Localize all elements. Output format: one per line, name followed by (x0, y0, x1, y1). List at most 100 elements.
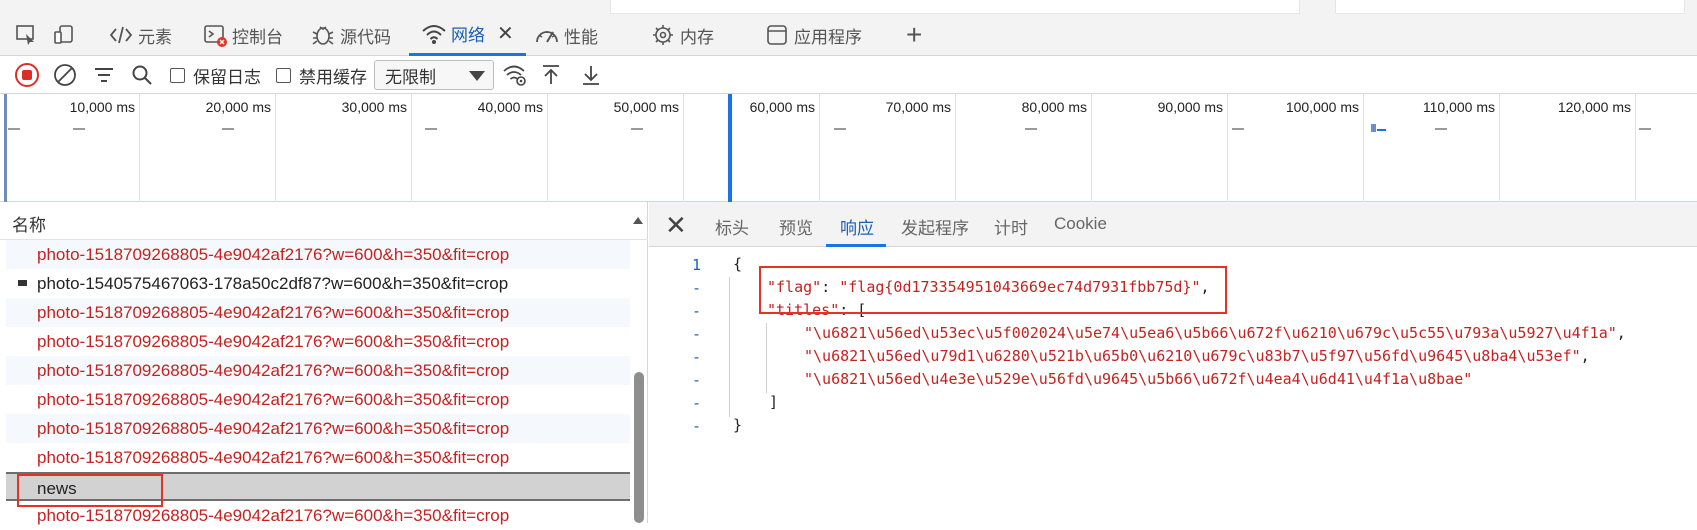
timeline-dash (834, 128, 846, 130)
timeline-tick-label: 40,000 ms (477, 99, 543, 115)
device-toolbar-icon[interactable] (52, 14, 76, 56)
sort-up-icon[interactable] (633, 217, 643, 224)
disable-cache-checkbox[interactable]: 禁用缓存 (276, 63, 367, 87)
wifi-icon (421, 21, 447, 47)
request-row[interactable]: photo-1518709268805-4e9042af2176?w=600&h… (6, 385, 630, 414)
line-fold-marker: - (691, 325, 701, 343)
webpage-background (0, 0, 1697, 14)
request-name: photo-1518709268805-4e9042af2176?w=600&h… (37, 390, 510, 409)
timeline-dash (1639, 128, 1651, 130)
devtools-tab-bar: 元素 控制台 源代码 网络 ✕ 性能 内存 应用程序 + (0, 14, 1697, 56)
timeline-gridline (547, 94, 548, 202)
tab-sources[interactable]: 源代码 (310, 14, 391, 56)
request-row[interactable]: photo-1540575467063-178a50c2df87?w=600&h… (6, 269, 630, 298)
timeline-tick-label: 120,000 ms (1557, 99, 1631, 115)
tab-label: 应用程序 (794, 27, 862, 47)
json-close-brace: } (733, 416, 743, 434)
close-icon[interactable]: ✕ (497, 21, 514, 46)
column-name-header: 名称 (12, 216, 46, 235)
json-array-item: "\u6821\u56ed\u53ec\u5f002024\u5e74\u5ea… (804, 324, 1626, 342)
network-overview-timeline[interactable]: 10,000 ms 20,000 ms 30,000 ms 40,000 ms 50,0… (0, 94, 1697, 202)
tab-application[interactable]: 应用程序 (764, 14, 862, 56)
preserve-log-label: 保留日志 (193, 67, 261, 87)
timeline-tick-label: 100,000 ms (1285, 99, 1359, 115)
timeline-gridline (411, 94, 412, 202)
scrollbar[interactable] (634, 372, 644, 523)
tab-console[interactable]: 控制台 (202, 14, 283, 56)
line-fold-marker: - (691, 394, 701, 412)
json-close-bracket: ] (769, 393, 779, 411)
tab-label: 内存 (680, 27, 714, 47)
tab-label: 性能 (564, 27, 598, 47)
disable-cache-label: 禁用缓存 (299, 67, 367, 87)
timeline-gridline (1227, 94, 1228, 202)
request-row[interactable]: photo-1518709268805-4e9042af2176?w=600&h… (6, 327, 630, 356)
network-conditions-icon[interactable] (502, 63, 528, 87)
json-array-item: "\u6821\u56ed\u4e3e\u529e\u56fd\u9645\u5… (804, 370, 1472, 388)
image-type-icon (18, 280, 27, 286)
tab-preview[interactable]: 预览 (779, 214, 813, 239)
tab-cookies[interactable]: Cookie (1054, 214, 1107, 234)
request-row[interactable]: photo-1518709268805-4e9042af2176?w=600&h… (6, 443, 630, 472)
checkbox[interactable] (276, 67, 291, 83)
request-name: photo-1518709268805-4e9042af2176?w=600&h… (37, 245, 510, 264)
request-row[interactable]: photo-1518709268805-4e9042af2176?w=600&h… (6, 240, 630, 269)
inspect-element-icon[interactable] (14, 14, 38, 56)
timeline-dash (631, 128, 643, 130)
timeline-dash (1435, 128, 1447, 130)
chip-icon (650, 22, 676, 48)
line-fold-marker: - (691, 348, 701, 366)
timeline-tick-label: 10,000 ms (69, 99, 135, 115)
tab-elements[interactable]: 元素 (108, 14, 172, 56)
close-icon[interactable]: ✕ (665, 210, 687, 241)
tab-memory[interactable]: 内存 (650, 14, 714, 56)
record-icon[interactable] (14, 63, 40, 87)
request-marker (1377, 129, 1386, 131)
request-row[interactable]: photo-1518709268805-4e9042af2176?w=600&h… (6, 414, 630, 443)
line-number: 1 (691, 256, 701, 274)
preserve-log-checkbox[interactable]: 保留日志 (170, 63, 261, 87)
timeline-gridline (1363, 94, 1364, 202)
page-card (610, 0, 1300, 14)
search-icon[interactable] (130, 63, 154, 87)
timeline-gridline (1499, 94, 1500, 202)
detail-tab-bar: ✕ 标头 预览 响应 发起程序 计时 Cookie (649, 202, 1697, 247)
indent-guide (729, 277, 730, 417)
title-string: "\u6821\u56ed\u79d1\u6280\u521b\u65b0\u6… (804, 347, 1581, 365)
timeline-dash (1232, 128, 1244, 130)
timeline-dash (73, 128, 85, 130)
import-har-icon[interactable] (540, 63, 562, 87)
timeline-gridline (1635, 94, 1636, 202)
list-header[interactable]: 名称 (0, 202, 648, 240)
request-row[interactable]: photo-1518709268805-4e9042af2176?w=600&h… (6, 356, 630, 385)
tab-network[interactable]: 网络 ✕ (409, 14, 526, 56)
tab-timing[interactable]: 计时 (994, 214, 1028, 239)
bug-icon (310, 22, 336, 48)
title-string: "\u6821\u56ed\u53ec\u5f002024\u5e74\u5ea… (804, 324, 1617, 342)
overview-handle[interactable] (4, 94, 7, 202)
line-fold-marker: - (691, 371, 701, 389)
throttling-select[interactable]: 无限制 (374, 60, 494, 90)
timeline-gridline (955, 94, 956, 202)
tab-headers[interactable]: 标头 (715, 214, 749, 239)
highlight-box (759, 266, 1227, 314)
network-toolbar: 保留日志 禁用缓存 无限制 (0, 56, 1697, 94)
tab-label: 元素 (138, 27, 172, 47)
tab-initiator[interactable]: 发起程序 (901, 214, 969, 239)
json-open-brace: { (733, 255, 743, 273)
filter-icon[interactable] (92, 63, 116, 87)
timeline-tick-label: 80,000 ms (1021, 99, 1087, 115)
clear-icon[interactable] (52, 63, 78, 87)
request-row[interactable]: photo-1518709268805-4e9042af2176?w=600&h… (6, 298, 630, 327)
tab-label: 控制台 (232, 27, 283, 47)
throttling-value: 无限制 (385, 67, 436, 87)
add-tab-icon[interactable]: + (906, 14, 922, 56)
checkbox[interactable] (170, 67, 185, 83)
timeline-tick-label: 110,000 ms (1422, 99, 1495, 115)
tab-performance[interactable]: 性能 (534, 14, 598, 56)
request-detail-panel: ✕ 标头 预览 响应 发起程序 计时 Cookie 1 - - - - - - … (649, 202, 1697, 523)
tab-response[interactable]: 响应 (840, 214, 874, 239)
request-name: photo-1518709268805-4e9042af2176?w=600&h… (37, 448, 510, 467)
page-card (1335, 0, 1685, 14)
export-har-icon[interactable] (580, 63, 602, 87)
